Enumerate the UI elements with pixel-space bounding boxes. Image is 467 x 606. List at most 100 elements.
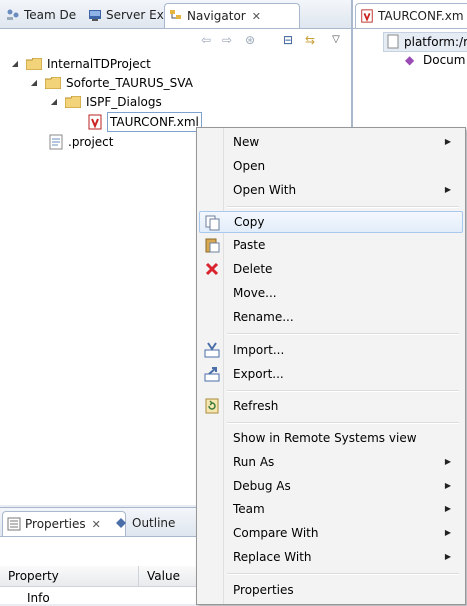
menu-label: Export...	[233, 367, 284, 381]
menu-separator	[227, 390, 459, 392]
tab-outline[interactable]: Outline	[110, 511, 202, 535]
back-arrow-icon[interactable]: ⇦	[198, 32, 214, 48]
expanded-twisty-icon[interactable]: ◢	[49, 93, 59, 111]
document-node-icon: ◆	[405, 53, 415, 67]
view-menu-icon[interactable]: ▽	[328, 32, 344, 48]
breadcrumb[interactable]: platform:/r	[383, 32, 467, 52]
project-folder-icon	[26, 58, 42, 70]
tab-label: Team De	[24, 8, 77, 22]
tab-label: Outline	[132, 516, 176, 530]
menu-label: Paste	[233, 238, 266, 252]
menu-item-properties[interactable]: Properties	[199, 579, 461, 601]
menu-label: Rename...	[233, 310, 294, 324]
submenu-arrow-icon: ▶	[444, 504, 451, 513]
tab-label: Server Ex	[106, 8, 164, 22]
submenu-arrow-icon: ▶	[444, 185, 451, 194]
menu-item-show-remote-systems[interactable]: Show in Remote Systems view	[199, 427, 461, 449]
xml-file-icon	[88, 114, 102, 130]
menu-item-open-with[interactable]: Open With ▶	[199, 179, 461, 201]
divider	[353, 28, 467, 29]
menu-item-new[interactable]: New ▶	[199, 131, 461, 153]
navigator-icon	[170, 10, 181, 19]
menu-item-delete[interactable]: Delete	[199, 258, 461, 280]
menu-label: Move...	[233, 286, 277, 300]
file-icon	[49, 134, 63, 150]
outline-item[interactable]: ◆ Docum	[403, 51, 465, 69]
go-into-icon[interactable]: ⊛	[242, 32, 258, 48]
tab-editor-taurconf[interactable]: TAURCONF.xm	[355, 3, 467, 28]
outline-item-label: Docum	[423, 53, 466, 67]
menu-item-rename[interactable]: Rename...	[199, 306, 461, 328]
property-row-label[interactable]: Info	[27, 590, 50, 606]
menu-label: New	[233, 135, 260, 149]
expanded-twisty-icon[interactable]: ◢	[10, 55, 20, 73]
tab-label: Navigator	[187, 9, 246, 23]
menu-label: Team	[233, 502, 265, 516]
menu-item-open[interactable]: Open	[199, 155, 461, 177]
menu-label: Copy	[234, 215, 265, 229]
submenu-arrow-icon: ▶	[444, 481, 451, 490]
menu-label: Show in Remote Systems view	[233, 431, 417, 445]
import-icon	[204, 342, 220, 358]
refresh-icon	[205, 398, 219, 414]
copy-icon	[205, 215, 220, 231]
tree-item-label: InternalTDProject	[47, 57, 151, 71]
tree-item-label: .project	[68, 135, 114, 149]
submenu-arrow-icon: ▶	[444, 552, 451, 561]
editor-area: TAURCONF.xm platform:/r ◆ Docum	[352, 0, 467, 130]
tab-navigator[interactable]: Navigator ✕	[164, 3, 300, 28]
export-icon	[204, 367, 220, 382]
tree-item-label: Soforte_TAURUS_SVA	[66, 76, 193, 90]
menu-label: Run As	[233, 455, 275, 469]
submenu-arrow-icon: ▶	[444, 137, 451, 146]
properties-icon	[7, 517, 21, 531]
menu-label: Open With	[233, 183, 297, 197]
expanded-twisty-icon[interactable]: ◢	[29, 74, 39, 92]
menu-item-import[interactable]: Import...	[199, 339, 461, 361]
tree-item-folder[interactable]: ◢ ISPF_Dialogs	[0, 93, 330, 111]
menu-item-debug-as[interactable]: Debug As ▶	[199, 475, 461, 497]
menu-label: Properties	[233, 583, 294, 597]
folder-icon	[65, 96, 81, 108]
folder-icon	[45, 77, 61, 89]
menu-item-paste[interactable]: Paste	[199, 234, 461, 256]
tree-item-project[interactable]: ◢ InternalTDProject	[0, 55, 330, 73]
menu-item-move[interactable]: Move...	[199, 282, 461, 304]
delete-icon	[205, 262, 219, 276]
menu-separator	[227, 422, 459, 424]
breadcrumb-label: platform:/r	[404, 35, 467, 49]
xml-file-icon	[361, 9, 373, 23]
close-icon[interactable]: ✕	[252, 10, 261, 23]
menu-separator	[227, 333, 459, 335]
tree-item-label: TAURCONF.xml	[107, 112, 202, 132]
menu-item-team[interactable]: Team ▶	[199, 498, 461, 520]
menu-separator	[227, 206, 459, 208]
forward-arrow-icon[interactable]: ⇨	[219, 32, 235, 48]
server-icon	[89, 10, 101, 21]
menu-label: Open	[233, 159, 266, 173]
collapse-all-icon[interactable]: ⊟	[280, 32, 296, 48]
menu-item-export[interactable]: Export...	[199, 363, 461, 385]
menu-label: Import...	[233, 343, 285, 357]
link-with-editor-icon[interactable]: ⇆	[302, 32, 318, 48]
menu-label: Replace With	[233, 550, 312, 564]
tab-properties[interactable]: Properties ✕	[2, 511, 126, 536]
menu-item-copy[interactable]: Copy	[199, 211, 463, 233]
column-header-property[interactable]: Property	[0, 566, 139, 587]
menu-item-replace-with[interactable]: Replace With ▶	[199, 546, 461, 568]
menu-separator	[227, 573, 459, 575]
menu-item-run-as[interactable]: Run As ▶	[199, 451, 461, 473]
close-icon[interactable]: ✕	[92, 518, 101, 531]
tab-label: Properties	[25, 517, 86, 531]
menu-item-compare-with[interactable]: Compare With ▶	[199, 522, 461, 544]
tree-item-folder[interactable]: ◢ Soforte_TAURUS_SVA	[0, 74, 330, 92]
tab-label: TAURCONF.xm	[378, 9, 464, 23]
menu-item-refresh[interactable]: Refresh	[199, 395, 461, 417]
context-menu: New ▶ Open Open With ▶ Copy Paste Delete M…	[196, 127, 466, 605]
tree-item-label: ISPF_Dialogs	[86, 95, 162, 109]
menu-label: Delete	[233, 262, 273, 276]
menu-label: Debug As	[233, 479, 291, 493]
view-tab-bar: Team De Server Ex Navigator ✕	[0, 0, 351, 29]
menu-label: Refresh	[233, 399, 279, 413]
file-icon	[387, 34, 399, 49]
